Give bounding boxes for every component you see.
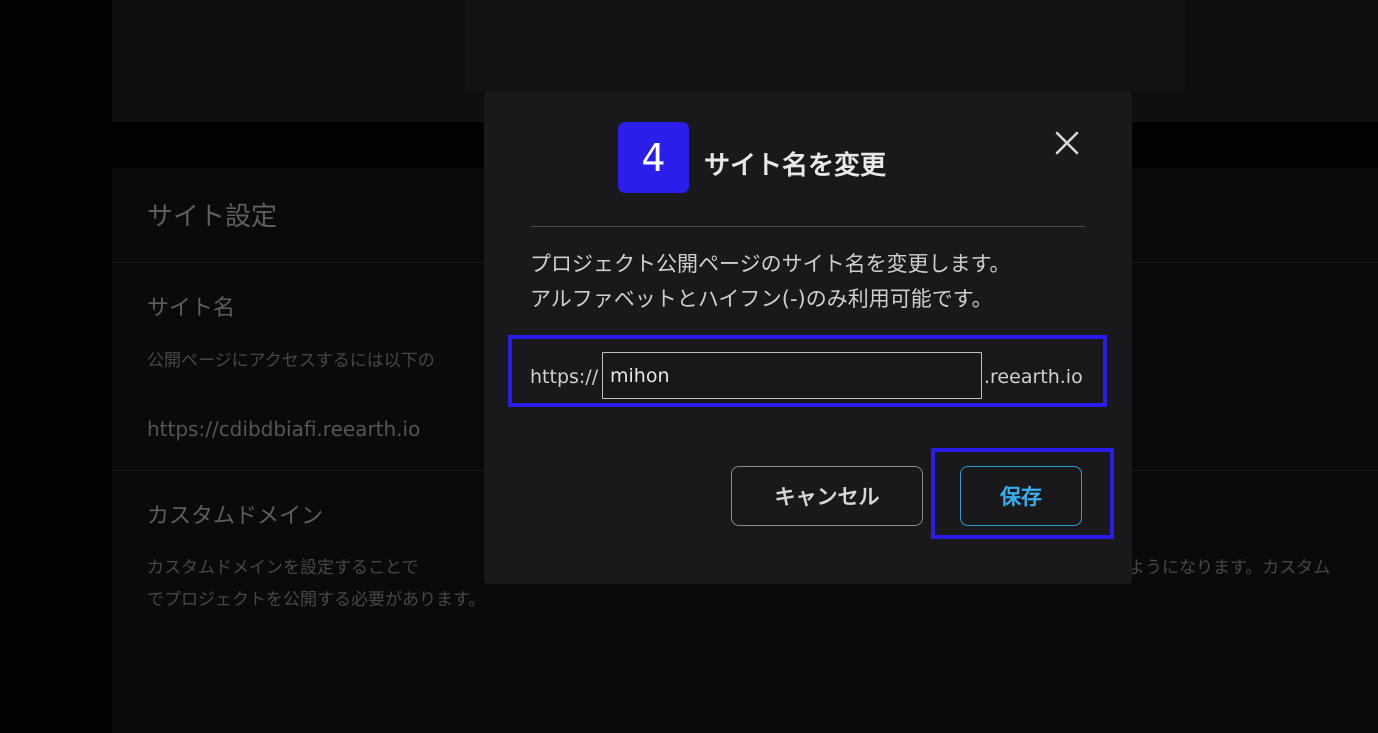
current-site-url: https://cdibdbiafi.reearth.io: [147, 417, 421, 441]
description-line-1: プロジェクト公開ページのサイト名を変更します。: [530, 252, 1011, 276]
section-title: サイト設定: [147, 202, 278, 232]
site-name-input[interactable]: [602, 352, 982, 399]
close-button[interactable]: [1050, 126, 1084, 160]
custom-domain-heading: カスタムドメイン: [147, 504, 324, 529]
step-badge: 4: [618, 122, 689, 193]
url-suffix: .reearth.io: [984, 366, 1083, 388]
page: サイト設定 サイト名 公開ページにアクセスするには以下の https://cdi…: [0, 0, 1378, 733]
site-name-description: 公開ページにアクセスするには以下の: [147, 351, 435, 371]
close-icon: [1055, 131, 1079, 155]
site-name-heading: サイト名: [147, 296, 236, 321]
dialog-divider: [531, 226, 1085, 227]
cancel-button[interactable]: キャンセル: [731, 466, 923, 526]
description-line-2: アルファベットとハイフン(-)のみ利用可能です。: [530, 287, 993, 311]
custom-domain-description: カスタムドメインを設定することで: [147, 558, 419, 578]
rename-site-dialog: 4 サイト名を変更 プロジェクト公開ページのサイト名を変更します。 アルファベッ…: [484, 92, 1132, 584]
custom-domain-description-right: ようになります。カスタム: [1128, 558, 1331, 578]
url-prefix: https://: [530, 366, 599, 388]
dialog-description: プロジェクト公開ページのサイト名を変更します。 アルファベットとハイフン(-)の…: [530, 247, 1010, 317]
save-button[interactable]: 保存: [960, 466, 1082, 526]
custom-domain-description-line2: でプロジェクトを公開する必要があります。: [147, 590, 486, 610]
background-top-inner: [465, 0, 1185, 92]
dialog-title: サイト名を変更: [704, 151, 887, 181]
